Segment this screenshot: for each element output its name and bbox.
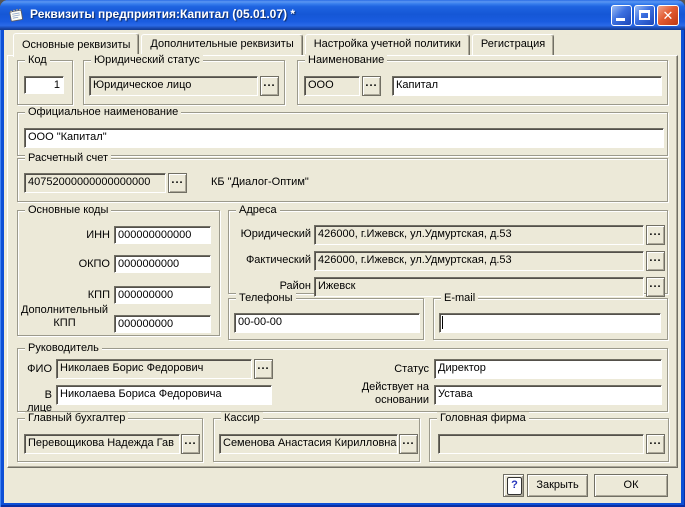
group-main-codes: Основные коды ИНН 000000000000 ОКПО 0000… — [17, 204, 220, 336]
actual-address-input[interactable]: 426000, г.Ижевск, ул.Удмуртская, д.53 — [314, 251, 644, 271]
name-input[interactable]: Капитал — [392, 76, 662, 96]
group-official-name: Официальное наименование ООО "Капитал" — [17, 106, 668, 156]
group-cashier-label: Кассир — [221, 412, 263, 425]
group-name-label: Наименование — [305, 54, 388, 67]
phones-input[interactable]: 00-00-00 — [234, 313, 420, 333]
okpo-input[interactable]: 0000000000 — [114, 255, 211, 273]
person-input[interactable]: Николаева Бориса Федоровича — [56, 385, 272, 405]
tab-additional-details[interactable]: Дополнительные реквизиты — [141, 34, 303, 55]
head-firm-input[interactable] — [438, 434, 644, 454]
okpo-label: ОКПО — [78, 258, 110, 270]
code-input[interactable]: 1 — [24, 76, 64, 94]
status-label: Статус — [394, 363, 429, 375]
group-addresses-label: Адреса — [236, 204, 280, 217]
chief-accountant-browse-button[interactable]: ... — [181, 434, 200, 454]
status-input[interactable]: Директор — [434, 359, 662, 379]
group-chief-accountant-label: Главный бухгалтер — [25, 412, 129, 425]
group-manager-label: Руководитель — [25, 342, 102, 355]
window-title: Реквизиты предприятия:Капитал (05.01.07)… — [30, 7, 296, 21]
group-addresses: Адреса Юридический 426000, г.Ижевск, ул.… — [228, 204, 668, 297]
actual-address-label: Фактический — [245, 254, 311, 266]
group-code: Код 1 — [17, 54, 73, 105]
official-name-input[interactable]: ООО "Капитал" — [24, 128, 664, 148]
text-caret — [442, 316, 443, 329]
legal-address-input[interactable]: 426000, г.Ижевск, ул.Удмуртская, д.53 — [314, 225, 644, 245]
cashier-input[interactable]: Семенова Анастасия Кирилловна — [219, 434, 398, 454]
group-chief-accountant: Главный бухгалтер Перевощикова Надежда Г… — [17, 412, 203, 462]
fio-label: ФИО — [27, 363, 52, 375]
additional-kpp-input[interactable]: 000000000 — [114, 315, 211, 333]
fio-browse-button[interactable]: ... — [254, 359, 273, 379]
help-icon: ? — [507, 477, 522, 495]
group-code-label: Код — [25, 54, 50, 67]
maximize-icon[interactable] — [634, 5, 655, 26]
inn-label: ИНН — [86, 229, 110, 241]
tab-registration[interactable]: Регистрация — [471, 34, 555, 55]
bank-name-label: КБ "Диалог-Оптим" — [211, 176, 309, 188]
kpp-label: КПП — [87, 289, 110, 301]
additional-kpp-label: Дополнительный КПП — [20, 304, 109, 329]
group-email-label: E-mail — [441, 292, 479, 305]
inn-input[interactable]: 000000000000 — [114, 226, 211, 244]
basis-label: Действует на основании — [361, 381, 429, 406]
account-browse-button[interactable]: ... — [168, 173, 187, 193]
account-input[interactable]: 40752000000000000000 — [24, 173, 166, 193]
cashier-browse-button[interactable]: ... — [399, 434, 418, 454]
ok-button[interactable]: ОК — [594, 474, 668, 497]
group-official-name-label: Официальное наименование — [25, 106, 182, 119]
kpp-input[interactable]: 000000000 — [114, 286, 211, 304]
title-bar: Реквизиты предприятия:Капитал (05.01.07)… — [0, 0, 685, 30]
app-icon — [9, 8, 23, 22]
close-button[interactable]: Закрыть — [527, 474, 588, 497]
group-account: Расчетный счет 40752000000000000000 ... … — [17, 152, 668, 202]
legal-status-input[interactable]: Юридическое лицо — [89, 76, 258, 96]
close-icon[interactable] — [657, 5, 679, 26]
enterprise-details-window: Реквизиты предприятия:Капитал (05.01.07)… — [0, 0, 685, 507]
help-button[interactable]: ? — [503, 474, 524, 497]
group-head-firm-label: Головная фирма — [437, 412, 529, 425]
group-legal-status-label: Юридический статус — [91, 54, 203, 67]
minimize-icon[interactable] — [611, 5, 632, 26]
group-legal-status: Юридический статус Юридическое лицо ... — [83, 54, 285, 105]
email-input[interactable] — [439, 313, 661, 333]
group-manager: Руководитель ФИО Николаев Борис Федорови… — [17, 342, 668, 414]
group-account-label: Расчетный счет — [25, 152, 112, 165]
group-phones-label: Телефоны — [236, 292, 296, 305]
group-head-firm: Головная фирма ... — [429, 412, 669, 462]
group-email: E-mail — [433, 292, 668, 340]
chief-accountant-input[interactable]: Перевощикова Надежда Гав — [24, 434, 180, 454]
name-prefix-browse-button[interactable]: ... — [362, 76, 381, 96]
basis-input[interactable]: Устава — [434, 385, 662, 405]
district-input[interactable]: Ижевск — [314, 277, 644, 297]
legal-address-browse-button[interactable]: ... — [646, 225, 665, 245]
fio-input[interactable]: Николаев Борис Федорович — [56, 359, 252, 379]
name-prefix-input[interactable]: ООО — [304, 76, 360, 96]
tab-strip: Основные реквизиты Дополнительные реквиз… — [13, 32, 556, 57]
legal-address-label: Юридический — [240, 228, 311, 240]
head-firm-browse-button[interactable]: ... — [646, 434, 665, 454]
legal-status-browse-button[interactable]: ... — [260, 76, 279, 96]
group-main-codes-label: Основные коды — [25, 204, 112, 217]
tab-accounting-policy[interactable]: Настройка учетной политики — [304, 34, 470, 55]
district-browse-button[interactable]: ... — [646, 277, 665, 297]
group-phones: Телефоны 00-00-00 — [228, 292, 424, 340]
group-name: Наименование ООО ... Капитал — [297, 54, 668, 105]
group-cashier: Кассир Семенова Анастасия Кирилловна ... — [213, 412, 420, 462]
actual-address-browse-button[interactable]: ... — [646, 251, 665, 271]
